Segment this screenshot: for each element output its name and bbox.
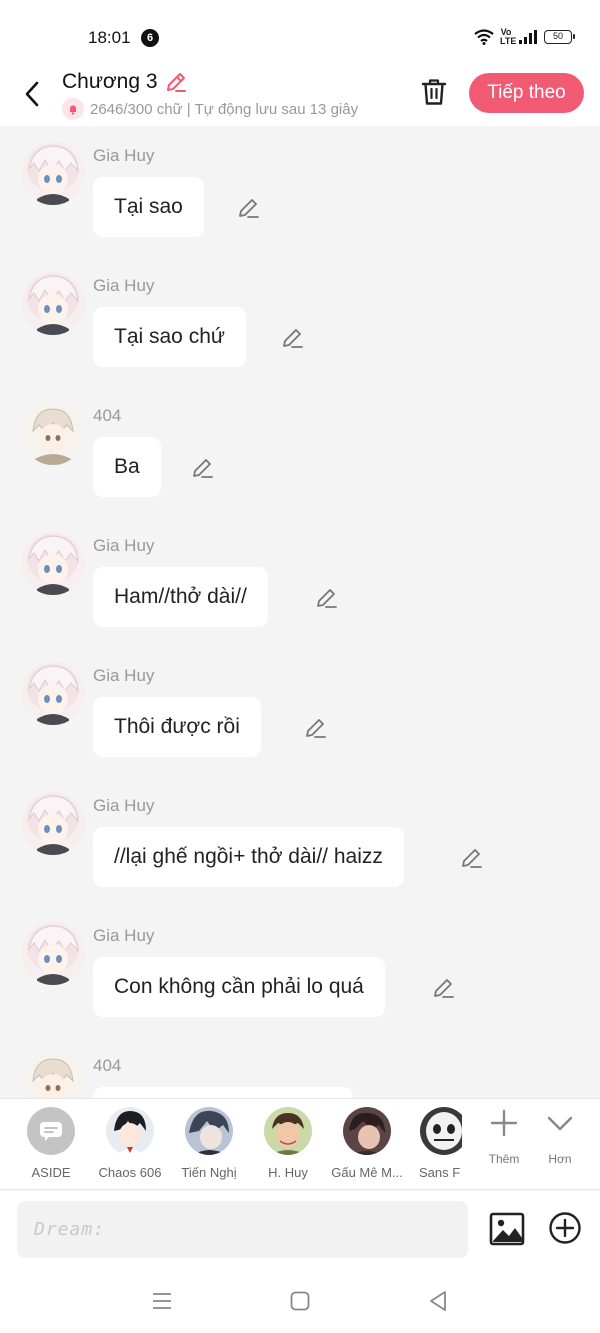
composer bbox=[0, 1191, 600, 1269]
edit-message-icon[interactable] bbox=[303, 716, 327, 740]
character-bar: ASIDE Chaos 606 Tiến Nghị H. Huy Gấu Mê … bbox=[0, 1098, 600, 1190]
add-character-button[interactable]: Thêm bbox=[476, 1109, 532, 1166]
message-item: Gia Huy Tại sao bbox=[0, 126, 600, 256]
menu-icon[interactable] bbox=[150, 1289, 174, 1313]
message-item: Gia Huy Tại sao chứ bbox=[0, 256, 600, 386]
word-counter: 2646/300 chữ | Tự động lưu sau 13 giây bbox=[90, 100, 359, 118]
chevron-down-icon bbox=[547, 1116, 573, 1131]
delete-button[interactable] bbox=[418, 76, 450, 108]
message-sender: Gia Huy bbox=[93, 666, 155, 685]
character-avatar bbox=[106, 1107, 154, 1155]
word-counter-row: 2646/300 chữ | Tự động lưu sau 13 giây bbox=[62, 98, 398, 120]
edit-message-icon[interactable] bbox=[431, 976, 455, 1000]
bell-icon bbox=[62, 98, 84, 120]
notification-badge: 6 bbox=[141, 29, 159, 47]
character-avatar bbox=[420, 1107, 462, 1155]
avatar-404[interactable] bbox=[21, 401, 85, 465]
message-item: Gia Huy Con không cần phải lo quá bbox=[0, 906, 600, 1036]
avatar-gia-huy[interactable] bbox=[21, 921, 85, 985]
character-chaos-606[interactable]: Chaos 606 bbox=[90, 1107, 170, 1180]
edit-message-icon[interactable] bbox=[459, 846, 483, 870]
next-button[interactable]: Tiếp theo bbox=[469, 73, 584, 113]
dream-input[interactable] bbox=[17, 1201, 468, 1258]
edit-title-icon[interactable] bbox=[164, 70, 188, 94]
volte-icon: Vo LTE bbox=[500, 27, 517, 46]
avatar-gia-huy[interactable] bbox=[21, 141, 85, 205]
home-icon[interactable] bbox=[288, 1289, 312, 1313]
status-icons: Vo LTE 50 bbox=[474, 27, 575, 46]
chapter-title: Chương 3 bbox=[62, 70, 158, 93]
character-name: Chaos 606 bbox=[98, 1165, 162, 1180]
signal-icon bbox=[519, 30, 537, 44]
expand-characters-button[interactable]: Hơn bbox=[532, 1109, 588, 1166]
character-tien-nghi[interactable]: Tiến Nghị bbox=[169, 1107, 249, 1180]
message-sender: 404 bbox=[93, 1056, 122, 1075]
avatar-gia-huy[interactable] bbox=[21, 791, 85, 855]
message-sender: Gia Huy bbox=[93, 796, 155, 815]
back-button[interactable] bbox=[16, 78, 48, 110]
message-bubble[interactable]: Con không cần phải lo quá bbox=[93, 957, 385, 1017]
message-bubble[interactable]: Tại sao bbox=[93, 177, 204, 237]
message-bubble[interactable]: Thôi được rồi bbox=[93, 697, 261, 757]
edit-message-icon[interactable] bbox=[280, 326, 304, 350]
character-name: H. Huy bbox=[268, 1165, 308, 1180]
character-name: ASIDE bbox=[31, 1165, 71, 1180]
message-bubble[interactable] bbox=[93, 1087, 353, 1098]
message-item: 404 bbox=[0, 1036, 600, 1098]
image-icon bbox=[489, 1212, 525, 1246]
message-bubble[interactable]: Tại sao chứ bbox=[93, 307, 246, 367]
chevron-left-icon bbox=[25, 81, 39, 107]
editor-header: Chương 3 2646/300 chữ | Tự động lưu sau … bbox=[0, 70, 600, 126]
message-item: Gia Huy Ham//thở dài// bbox=[0, 516, 600, 646]
character-name: Gấu Mê M... bbox=[331, 1165, 403, 1180]
aside-avatar bbox=[27, 1107, 75, 1155]
character-gau-me-m[interactable]: Gấu Mê M... bbox=[327, 1107, 407, 1180]
edit-message-icon[interactable] bbox=[236, 196, 260, 220]
character-sans-f[interactable]: Sans F bbox=[402, 1107, 462, 1180]
battery-icon: 50 bbox=[544, 30, 575, 44]
avatar-gia-huy[interactable] bbox=[21, 661, 85, 725]
message-sender: Gia Huy bbox=[93, 536, 155, 555]
message-bubble[interactable]: //lại ghế ngồi+ thở dài// haizz bbox=[93, 827, 404, 887]
character-avatar bbox=[343, 1107, 391, 1155]
character-aside[interactable]: ASIDE bbox=[11, 1107, 91, 1180]
character-avatar bbox=[264, 1107, 312, 1155]
character-h-huy[interactable]: H. Huy bbox=[248, 1107, 328, 1180]
add-content-button[interactable] bbox=[548, 1211, 582, 1245]
insert-image-button[interactable] bbox=[489, 1211, 525, 1247]
plus-circle-icon bbox=[549, 1212, 581, 1244]
message-item: Gia Huy //lại ghế ngồi+ thở dài// haizz bbox=[0, 776, 600, 906]
status-bar: 18:01 6 Vo LTE 50 bbox=[0, 0, 600, 70]
system-nav-bar bbox=[0, 1269, 600, 1333]
plus-icon bbox=[490, 1109, 518, 1137]
chapter-title-row: Chương 3 bbox=[62, 70, 188, 94]
chat-bubble-icon bbox=[40, 1122, 62, 1141]
expand-characters-label: Hơn bbox=[548, 1152, 572, 1166]
trash-icon bbox=[421, 79, 447, 105]
character-name: Tiến Nghị bbox=[181, 1165, 237, 1180]
add-character-label: Thêm bbox=[488, 1152, 520, 1166]
character-avatar bbox=[185, 1107, 233, 1155]
back-triangle-icon[interactable] bbox=[426, 1289, 450, 1313]
message-sender: Gia Huy bbox=[93, 276, 155, 295]
avatar-404[interactable] bbox=[21, 1051, 85, 1098]
edit-message-icon[interactable] bbox=[314, 586, 338, 610]
message-item: 404 Ba bbox=[0, 386, 600, 516]
message-item: Gia Huy Thôi được rồi bbox=[0, 646, 600, 776]
status-time: 18:01 bbox=[88, 28, 131, 47]
message-bubble[interactable]: Ham//thở dài// bbox=[93, 567, 268, 627]
wifi-icon bbox=[474, 29, 494, 45]
avatar-gia-huy[interactable] bbox=[21, 531, 85, 595]
chat-list[interactable]: Gia Huy Tại sao Gia Huy Tại sao chứ 404 … bbox=[0, 126, 600, 1098]
character-name: Sans F bbox=[419, 1165, 461, 1180]
message-bubble[interactable]: Ba bbox=[93, 437, 161, 497]
message-sender: Gia Huy bbox=[93, 926, 155, 945]
message-sender: Gia Huy bbox=[93, 146, 155, 165]
avatar-gia-huy[interactable] bbox=[21, 271, 85, 335]
edit-message-icon[interactable] bbox=[190, 456, 214, 480]
message-sender: 404 bbox=[93, 406, 122, 425]
